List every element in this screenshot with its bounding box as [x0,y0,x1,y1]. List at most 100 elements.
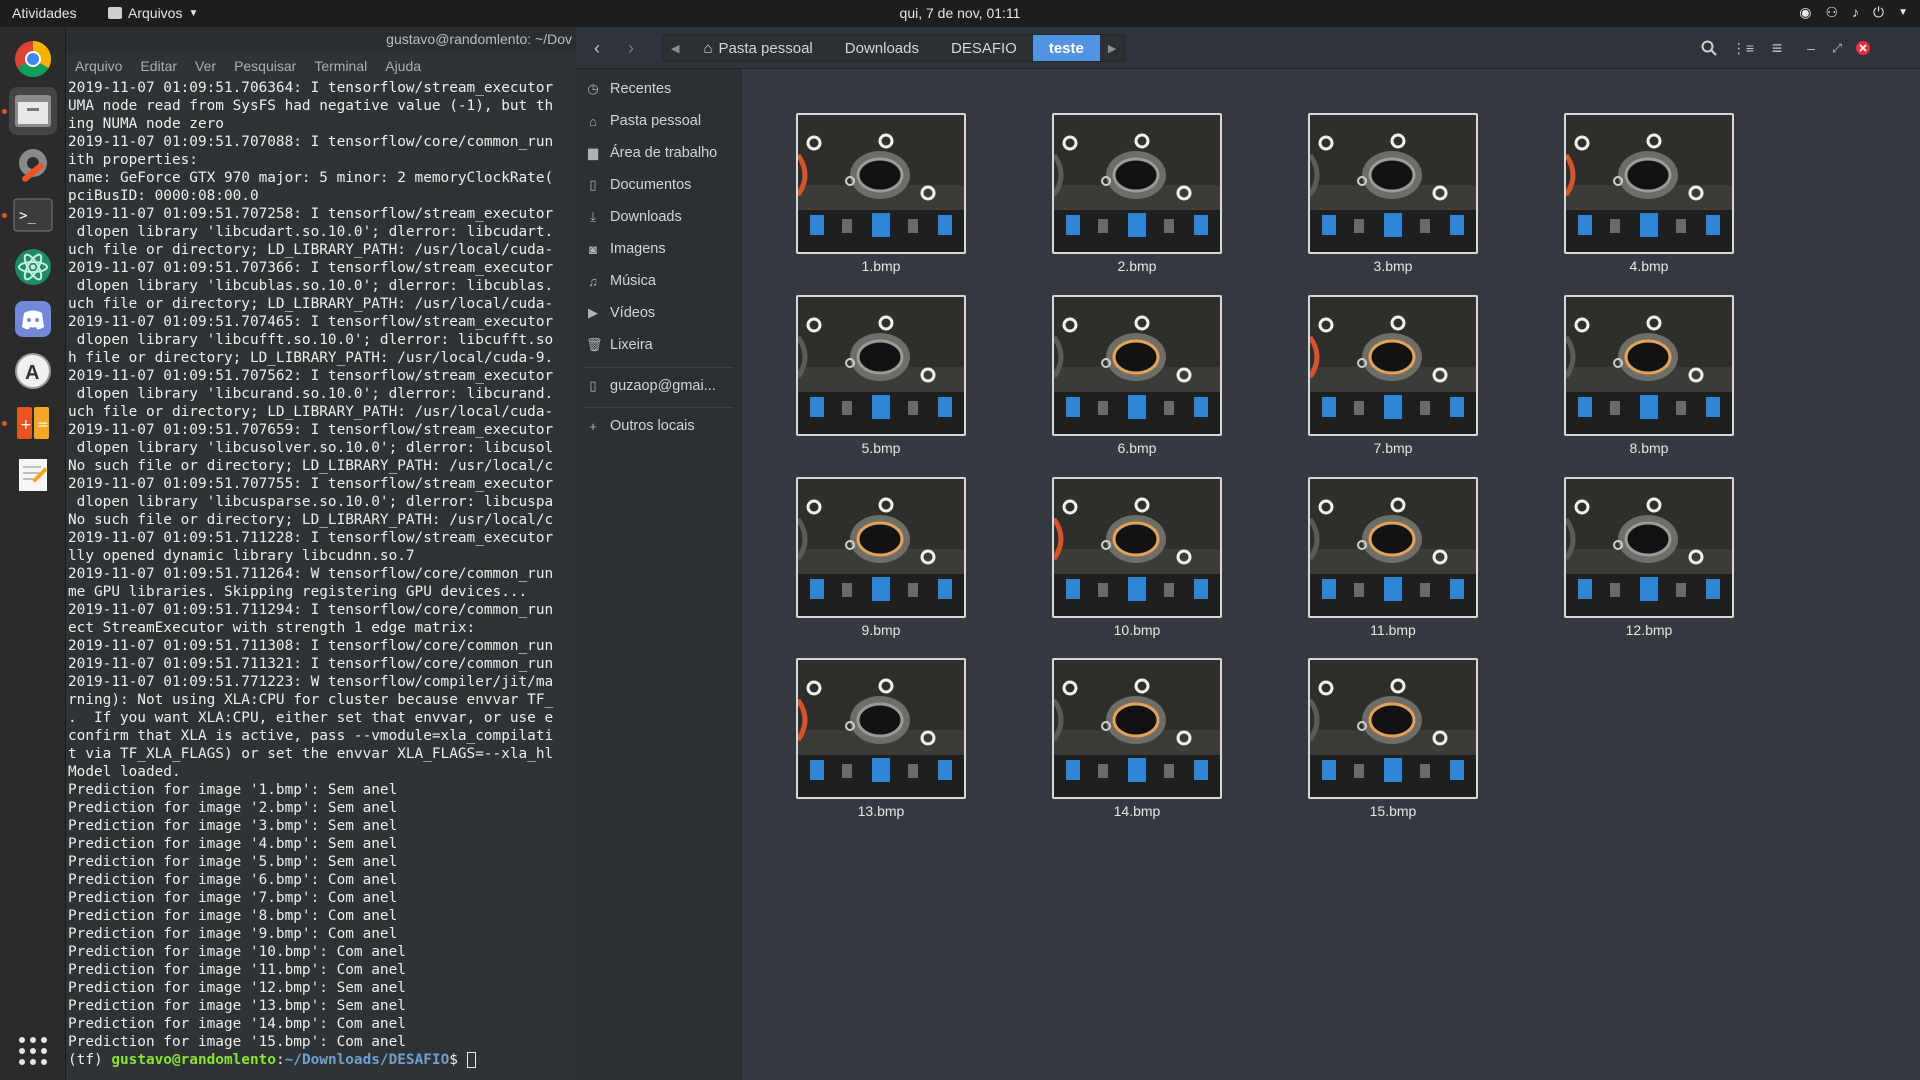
close-icon[interactable] [1850,36,1876,60]
chrome-icon[interactable] [9,35,57,83]
terminal-output[interactable]: 2019-11-07 01:09:51.706364: I tensorflow… [66,79,576,1069]
music-icon: ♫ [588,273,598,289]
file-name: 8.bmp [1629,440,1669,456]
menu-ajuda[interactable]: Ajuda [385,58,421,74]
file-item[interactable]: 1.bmp [796,113,966,274]
terminal-line: Prediction for image '15.bmp': Com anel [68,1034,406,1050]
terminal-line: dlopen library 'libcurand.so.10.0'; dler… [68,386,554,402]
file-item[interactable]: 10.bmp [1052,477,1222,638]
home-icon: ⌂ [589,113,597,129]
settings-icon[interactable] [9,139,57,187]
view-options-icon[interactable]: ⋮≡ [1730,36,1756,60]
image-thumbnail [1564,477,1734,618]
terminal-line: 2019-11-07 01:09:51.707088: I tensorflow… [68,134,554,150]
files-icon[interactable] [9,87,57,135]
volume-icon[interactable]: ♪ [1852,4,1859,21]
hamburger-menu-icon[interactable]: ≡ [1764,36,1790,60]
svg-text:=: = [37,417,49,433]
sidebar-item-recentes[interactable]: ◷ Recentes [586,81,671,97]
breadcrumb-home-label: Pasta pessoal [718,39,813,57]
sidebar-item-videos[interactable]: ▶ Vídeos [586,305,655,321]
terminal-icon[interactable]: >_ [9,191,57,239]
menu-arquivo[interactable]: Arquivo [75,58,122,74]
image-thumbnail [796,658,966,799]
network-icon[interactable]: ⚇ [1825,4,1838,21]
file-item[interactable]: 5.bmp [796,295,966,456]
sidebar-item-guzaop-drive[interactable]: ▯ guzaop@gmai... [586,378,715,394]
file-item[interactable]: 15.bmp [1308,658,1478,819]
file-item[interactable]: 11.bmp [1308,477,1478,638]
terminal-window[interactable]: gustavo@randomlento: ~/Dov Arquivo Edita… [66,27,576,1080]
chevron-down-icon[interactable]: ▼ [1898,4,1908,21]
terminal-line: Prediction for image '14.bmp': Com anel [68,1016,406,1032]
breadcrumb-right-arrow-icon[interactable]: ▶ [1100,35,1124,61]
forward-arrow-icon[interactable]: › [618,36,644,60]
breadcrumb-desafio[interactable]: DESAFIO [935,35,1033,61]
camera-icon: ◙ [589,241,597,257]
breadcrumb-home[interactable]: ⌂ Pasta pessoal [687,35,828,61]
file-item[interactable]: 8.bmp [1564,295,1734,456]
file-item[interactable]: 7.bmp [1308,295,1478,456]
breadcrumb-teste[interactable]: teste [1032,35,1100,61]
maximize-icon[interactable]: ⤢ [1824,36,1850,60]
terminal-line: dlopen library 'libcusparse.so.10.0'; dl… [68,494,554,510]
sidebar-item-label: Downloads [610,209,682,225]
sidebar-item-pasta-pessoal[interactable]: ⌂ Pasta pessoal [586,113,701,129]
file-name: 13.bmp [857,803,905,819]
file-item[interactable]: 6.bmp [1052,295,1222,456]
sidebar-item-imagens[interactable]: ◙ Imagens [586,241,666,257]
image-thumbnail [1308,477,1478,618]
file-item[interactable]: 12.bmp [1564,477,1734,638]
file-name: 10.bmp [1113,622,1161,638]
sidebar-item-musica[interactable]: ♫ Música [586,273,656,289]
file-item[interactable]: 13.bmp [796,658,966,819]
sidebar-item-lixeira[interactable]: 🗑︎ Lixeira [586,337,653,353]
power-icon[interactable]: ⏻ [1873,4,1884,21]
menu-editar[interactable]: Editar [140,58,177,74]
terminal-line: Prediction for image '10.bmp': Com anel [68,944,406,960]
image-thumbnail [1052,113,1222,254]
terminal-line: Prediction for image '4.bmp': Sem anel [68,836,398,852]
text-editor-icon[interactable] [9,451,57,499]
sidebar-item-area-de-trabalho[interactable]: ▆ Área de trabalho [586,145,717,161]
breadcrumb-left-arrow-icon[interactable]: ◀ [663,35,687,61]
file-item[interactable]: 2.bmp [1052,113,1222,274]
file-name: 5.bmp [861,440,901,456]
file-name: 9.bmp [861,622,901,638]
menu-ver[interactable]: Ver [195,58,216,74]
terminal-line: Prediction for image '8.bmp': Com anel [68,908,398,924]
prompt-path: ~/Downloads/DESAFIO [284,1052,450,1068]
file-item[interactable]: 4.bmp [1564,113,1734,274]
terminal-line: Prediction for image '3.bmp': Sem anel [68,818,398,834]
discord-icon[interactable] [9,295,57,343]
sidebar-item-downloads[interactable]: ⤓ Downloads [586,209,682,225]
sidebar-item-documentos[interactable]: ▯ Documentos [586,177,691,193]
file-manager-header: ‹ › ◀ ⌂ Pasta pessoal Downloads DESAFIO … [576,27,1920,69]
file-name: 4.bmp [1629,258,1669,274]
file-item[interactable]: 3.bmp [1308,113,1478,274]
terminal-line: Prediction for image '13.bmp': Sem anel [68,998,406,1014]
breadcrumb-downloads[interactable]: Downloads [829,35,935,61]
terminal-title[interactable]: gustavo@randomlento: ~/Dov [66,27,576,53]
app-grid-icon[interactable] [9,1027,57,1075]
discord-tray-icon[interactable]: ◉ [1799,4,1811,21]
terminal-line: t via TF_XLA_FLAGS) or set the envvar XL… [68,746,554,762]
minimize-icon[interactable]: – [1798,36,1824,60]
search-icon[interactable] [1696,36,1722,60]
terminal-line: me GPU libraries. Skipping registering G… [68,584,528,600]
atom-icon[interactable] [9,243,57,291]
back-arrow-icon[interactable]: ‹ [584,36,610,60]
sidebar-item-label: Pasta pessoal [610,113,702,129]
clock[interactable]: qui, 7 de nov, 01:11 [0,5,1920,21]
sidebar-item-outros-locais[interactable]: + Outros locais [586,418,694,434]
menu-terminal[interactable]: Terminal [314,58,367,74]
software-icon[interactable]: A [9,347,57,395]
home-icon: ⌂ [703,39,713,57]
image-thumbnail [1308,658,1478,799]
terminal-prompt[interactable]: (tf) gustavo@randomlento:~/Downloads/DES… [68,1051,576,1069]
menu-pesquisar[interactable]: Pesquisar [234,58,296,74]
file-item[interactable]: 14.bmp [1052,658,1222,819]
calculator-icon[interactable]: + = [9,399,57,447]
system-tray: ◉ ⚇ ♪ ⏻ ▼ [1799,4,1908,21]
file-item[interactable]: 9.bmp [796,477,966,638]
